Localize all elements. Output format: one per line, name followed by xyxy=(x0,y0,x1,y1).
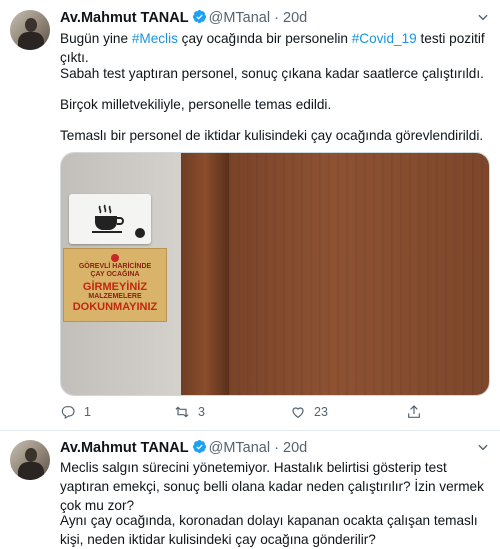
retweet-button[interactable]: 3 xyxy=(174,404,205,420)
like-icon xyxy=(292,407,304,419)
share-button[interactable] xyxy=(406,404,422,420)
sign-line: GİRMEYİNİZ xyxy=(82,281,148,293)
tweet-text: Aynı çay ocağında, koronadan dolayı kapa… xyxy=(60,511,490,549)
share-icon xyxy=(408,405,420,418)
like-button[interactable]: 23 xyxy=(290,404,328,420)
sign-line: GÖREVLİ HARİCİNDE xyxy=(78,263,152,270)
text-segment: Bugün yine xyxy=(60,31,132,46)
chevron-down-icon[interactable] xyxy=(476,440,490,454)
retweet-count: 3 xyxy=(198,405,205,419)
like-count: 23 xyxy=(314,405,328,419)
paragraph: Meclis salgın sürecini yönetemiyor. Hast… xyxy=(60,460,484,513)
tweet-text: Temaslı bir personel de iktidar kulisind… xyxy=(60,126,490,145)
warning-sign: GÖREVLİ HARİCİNDE ÇAY OCAĞINA GİRMEYİNİZ… xyxy=(63,248,167,322)
tweet-header: Av.Mahmut TANAL @MTanal · 20d xyxy=(60,9,307,27)
reply-count: 1 xyxy=(84,405,91,419)
tweet-text: Meclis salgın sürecini yönetemiyor. Hast… xyxy=(60,458,490,515)
paragraph: Temaslı bir personel de iktidar kulisind… xyxy=(60,128,484,143)
timestamp[interactable]: 20d xyxy=(283,440,307,456)
author-handle[interactable]: @MTanal xyxy=(209,440,270,456)
coffee-cup-icon xyxy=(92,204,124,233)
separator: · xyxy=(274,440,279,456)
tweet-1[interactable]: Av.Mahmut TANAL @MTanal · 20d Bugün yine … xyxy=(0,0,500,430)
separator: · xyxy=(274,10,279,26)
tweet-text: Bugün yine #Meclis çay ocağında bir pers… xyxy=(60,29,490,67)
author-name[interactable]: Av.Mahmut TANAL xyxy=(60,440,189,456)
author-handle[interactable]: @MTanal xyxy=(209,10,270,26)
flag-emblem-icon xyxy=(111,254,119,262)
wooden-door xyxy=(229,153,489,395)
reply-button[interactable]: 1 xyxy=(60,404,91,420)
hashtag-link[interactable]: #Covid_19 xyxy=(352,31,417,46)
tweet-photo[interactable]: GÖREVLİ HARİCİNDE ÇAY OCAĞINA GİRMEYİNİZ… xyxy=(60,152,490,396)
sign-line: MALZEMELERE xyxy=(88,293,142,300)
paragraph: Aynı çay ocağında, koronadan dolayı kapa… xyxy=(60,513,478,547)
sign-emblem xyxy=(135,228,145,238)
author-avatar[interactable] xyxy=(10,10,50,50)
photo-wall: GÖREVLİ HARİCİNDE ÇAY OCAĞINA GİRMEYİNİZ… xyxy=(61,153,191,395)
sign-line: ÇAY OCAĞINA xyxy=(90,271,140,278)
tweet-text: Birçok milletvekiliyle, personelle temas… xyxy=(60,95,490,114)
tweet-text: Sabah test yaptıran personel, sonuç çıka… xyxy=(60,64,490,83)
author-avatar[interactable] xyxy=(10,440,50,480)
door-frame xyxy=(181,153,229,395)
paragraph: Birçok milletvekiliyle, personelle temas… xyxy=(60,97,332,112)
verified-badge-icon xyxy=(192,439,206,454)
hashtag-link[interactable]: #Meclis xyxy=(132,31,178,46)
text-segment: çay ocağında bir personelin xyxy=(177,31,352,46)
sign-line: DOKUNMAYINIZ xyxy=(72,301,158,313)
tweet-header: Av.Mahmut TANAL @MTanal · 20d xyxy=(60,439,307,457)
coffee-cup-sign xyxy=(69,194,151,244)
author-name[interactable]: Av.Mahmut TANAL xyxy=(60,10,189,26)
chevron-down-icon[interactable] xyxy=(476,10,490,24)
paragraph: Bugün yine #Meclis çay ocağında bir pers… xyxy=(60,29,490,67)
retweet-icon xyxy=(175,406,189,418)
paragraph: Sabah test yaptıran personel, sonuç çıka… xyxy=(60,66,484,81)
verified-badge-icon xyxy=(192,9,206,24)
tweet-2[interactable]: Av.Mahmut TANAL @MTanal · 20d Meclis salg… xyxy=(0,430,500,547)
reply-icon xyxy=(61,406,75,420)
tweet-actions: 1 3 23 xyxy=(60,404,490,424)
timestamp[interactable]: 20d xyxy=(283,10,307,26)
